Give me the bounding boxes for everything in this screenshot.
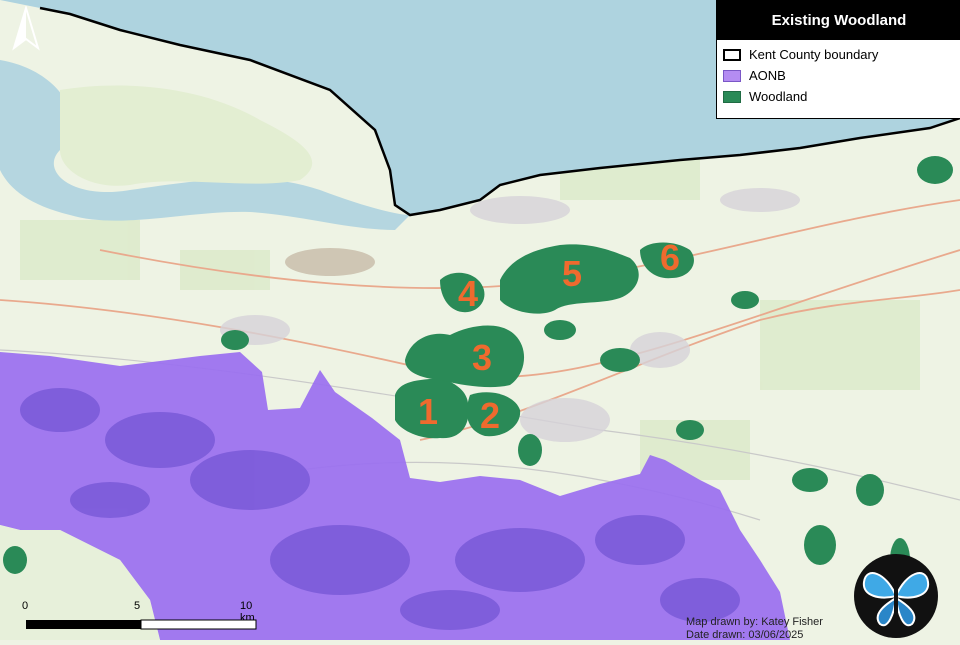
site-label-2: 2 [480,395,501,436]
legend-title: Existing Woodland [717,0,960,40]
legend-item-label: AONB [749,68,786,83]
legend-item-label: Kent County boundary [749,47,879,62]
credit-author: Map drawn by: Katey Fisher [686,616,823,628]
butterfly-logo-icon [852,552,940,640]
aonb-swatch [723,69,741,82]
legend-item-label: Woodland [749,89,808,104]
north-arrow-icon [8,4,44,52]
site-label-3: 3 [472,337,493,378]
site-label-4: 4 [458,273,479,314]
legend-item-woodland: Woodland [717,86,960,107]
legend-item-boundary: Kent County boundary [717,44,960,65]
mudflat [285,248,375,276]
boundary-swatch [723,48,741,61]
legend: Existing Woodland Kent County boundary A… [716,0,960,119]
site-label-6: 6 [660,237,681,278]
scale-bar: 0 5 10 km [18,600,268,636]
woodland-swatch [723,90,741,103]
site-label-1: 1 [418,391,439,432]
map-credit: Map drawn by: Katey Fisher Date drawn: 0… [686,616,823,642]
site-label-5: 5 [562,253,583,294]
legend-item-aonb: AONB [717,65,960,86]
credit-date: Date drawn: 03/06/2025 [686,629,804,641]
